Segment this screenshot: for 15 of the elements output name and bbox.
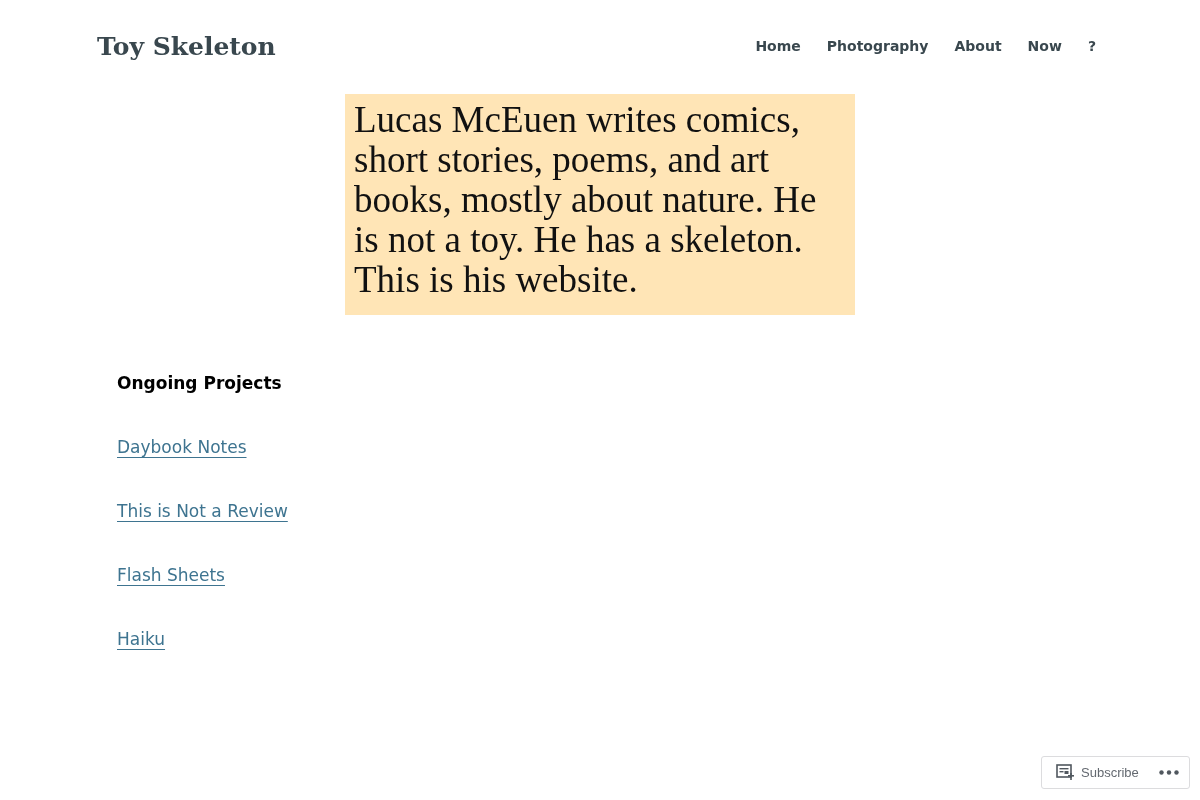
reader-add-icon — [1056, 764, 1075, 781]
nav-link[interactable]: Photography — [826, 39, 929, 53]
nav-link[interactable]: About — [954, 39, 1002, 53]
project-link[interactable]: Flash Sheets — [117, 563, 225, 587]
nav-link[interactable]: Home — [755, 39, 801, 53]
nav-link[interactable]: ? — [1087, 39, 1096, 53]
nav-link[interactable]: Now — [1027, 39, 1062, 53]
project-link[interactable]: Daybook Notes — [117, 435, 247, 459]
project-link[interactable]: This is Not a Review — [117, 499, 288, 523]
subscribe-button[interactable]: Subscribe — [1056, 762, 1139, 783]
intro-text: Lucas McEuen writes comics, short stories, poems, and art books, mostly about nature. He is not a toy. He has a skeleton. This is his website. — [354, 100, 818, 300]
more-options-icon[interactable] — [1159, 770, 1179, 775]
section-heading: Ongoing Projects — [117, 372, 282, 395]
project-link[interactable]: Haiku — [117, 627, 166, 651]
site-title[interactable]: Toy Skeleton — [97, 33, 276, 59]
